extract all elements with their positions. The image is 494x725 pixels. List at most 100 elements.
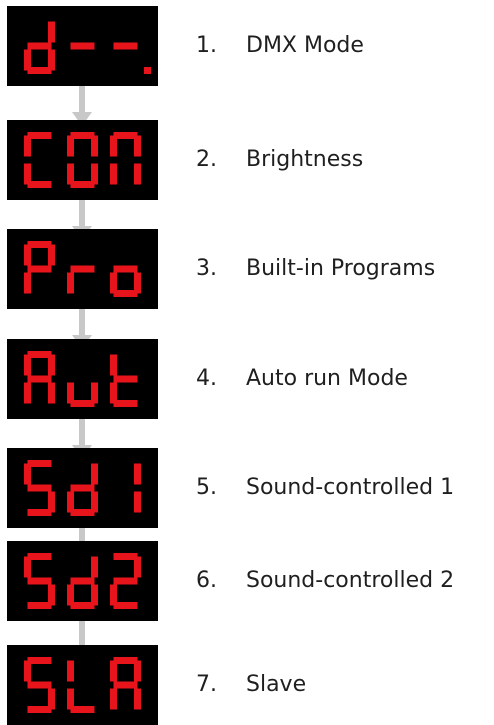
seven-segment-readout — [24, 21, 151, 74]
segment-b — [91, 463, 98, 485]
menu-item-built-in-programs: 3. Built-in Programs — [0, 229, 494, 309]
segment-g — [70, 577, 95, 585]
segment-g — [27, 375, 52, 383]
led-display — [7, 6, 158, 86]
segment-e — [67, 382, 74, 404]
segment-a — [27, 241, 52, 248]
segment-a — [27, 657, 52, 664]
segment-d — [113, 290, 138, 297]
menu-item-brightness: 2. Brightness — [0, 120, 494, 200]
segment-f — [24, 244, 31, 266]
item-number: 7. — [196, 672, 217, 697]
segment-f — [24, 354, 31, 376]
segment-g — [27, 577, 52, 585]
segment-b — [48, 244, 55, 266]
item-number: 6. — [196, 568, 217, 593]
segment-d — [27, 509, 52, 516]
segment-e — [24, 272, 31, 294]
led-display — [7, 448, 158, 528]
segment-b — [91, 135, 98, 157]
item-label: Built-in Programs — [246, 256, 436, 281]
decimal-point — [144, 67, 151, 74]
segment-f — [24, 135, 31, 157]
item-label: DMX Mode — [246, 33, 364, 58]
segment-f — [110, 660, 117, 682]
item-label: Auto run Mode — [246, 366, 408, 391]
segment-f — [67, 660, 74, 682]
menu-item-slave: 7. Slave — [0, 645, 494, 725]
segment-g — [27, 681, 52, 689]
segment-g — [70, 42, 95, 50]
led-display — [7, 120, 158, 200]
menu-item-dmx-mode: 1. DMX Mode — [0, 6, 494, 86]
segment-e — [110, 272, 117, 294]
segment-e — [67, 688, 74, 710]
seven-segment-readout — [24, 132, 141, 188]
segment-f — [110, 354, 117, 376]
segment-g — [113, 681, 138, 689]
segment-a — [27, 460, 52, 467]
segment-g — [113, 577, 138, 585]
segment-g — [113, 375, 138, 383]
led-display — [7, 645, 158, 725]
menu-item-auto-run-mode: 4. Auto run Mode — [0, 339, 494, 419]
segment-e — [24, 49, 31, 71]
segment-a — [27, 351, 52, 358]
segment-e — [67, 491, 74, 513]
segment-e — [110, 584, 117, 606]
seven-segment-readout — [24, 657, 141, 713]
segment-b — [134, 556, 141, 578]
segment-g — [27, 265, 52, 273]
segment-a — [113, 657, 138, 664]
segment-b — [134, 135, 141, 157]
segment-d — [113, 602, 138, 609]
segment-a — [70, 132, 95, 139]
segment-b — [48, 21, 55, 43]
segment-d — [70, 181, 95, 188]
segment-g — [70, 265, 95, 273]
led-display — [7, 229, 158, 309]
segment-d — [70, 602, 95, 609]
segment-e — [24, 163, 31, 185]
segment-f — [24, 556, 31, 578]
item-number: 5. — [196, 475, 217, 500]
segment-a — [27, 132, 52, 139]
led-display — [7, 339, 158, 419]
segment-b — [91, 556, 98, 578]
segment-e — [110, 688, 117, 710]
segment-e — [67, 272, 74, 294]
segment-d — [70, 400, 95, 407]
item-label: Sound-controlled 2 — [246, 568, 455, 593]
seven-segment-readout — [24, 553, 141, 609]
segment-b — [134, 463, 141, 485]
segment-b — [48, 354, 55, 376]
segment-d — [113, 400, 138, 407]
led-display — [7, 541, 158, 621]
item-label: Sound-controlled 1 — [246, 475, 455, 500]
item-number: 3. — [196, 256, 217, 281]
seven-segment-readout — [24, 351, 138, 407]
item-number: 1. — [196, 33, 217, 58]
segment-f — [24, 463, 31, 485]
segment-a — [113, 132, 138, 139]
segment-f — [110, 135, 117, 157]
segment-a — [113, 553, 138, 560]
item-number: 2. — [196, 147, 217, 172]
segment-e — [24, 382, 31, 404]
item-label: Brightness — [246, 147, 364, 172]
segment-f — [24, 660, 31, 682]
segment-d — [70, 706, 95, 713]
segment-c — [48, 382, 55, 404]
seven-segment-readout — [24, 241, 141, 297]
segment-c — [134, 491, 141, 513]
segment-d — [27, 602, 52, 609]
menu-item-sound-controlled-1: 5. Sound-controlled 1 — [0, 448, 494, 528]
segment-e — [110, 163, 117, 185]
segment-e — [110, 382, 117, 404]
item-number: 4. — [196, 366, 217, 391]
segment-g — [27, 42, 52, 50]
segment-c — [134, 688, 141, 710]
segment-c — [134, 163, 141, 185]
item-label: Slave — [246, 672, 307, 697]
segment-d — [70, 509, 95, 516]
